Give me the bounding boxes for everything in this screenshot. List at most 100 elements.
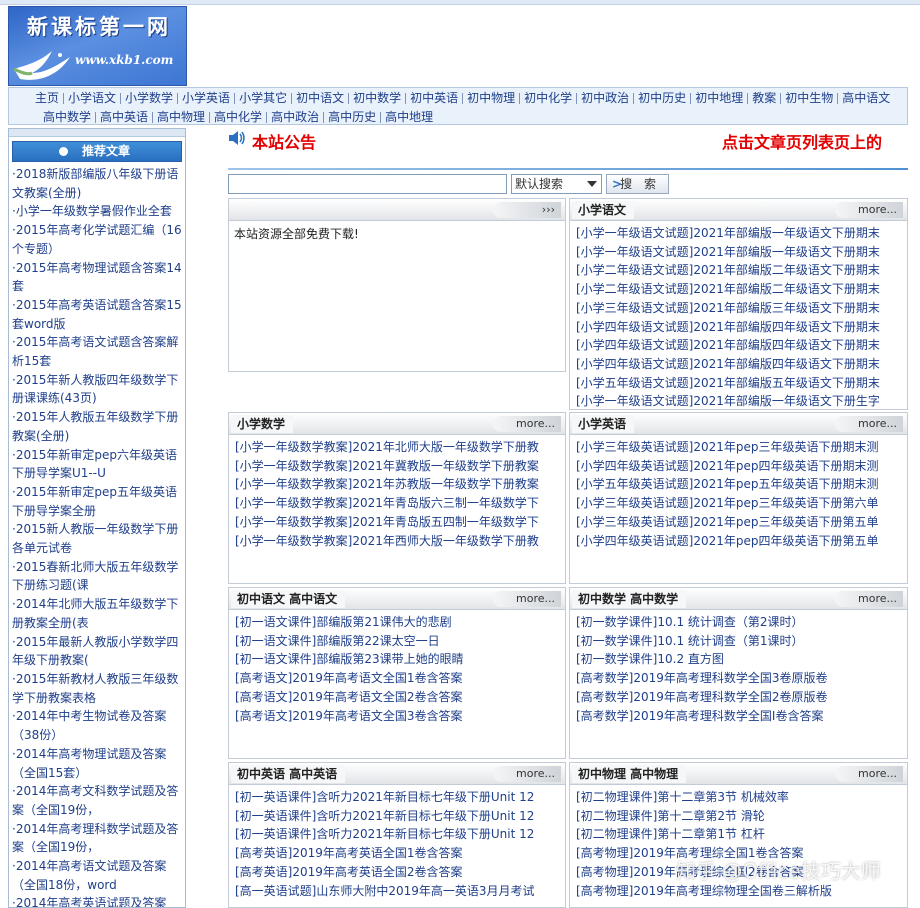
nav-link[interactable]: 高中政治 xyxy=(267,108,323,126)
sidebar-article-link[interactable]: ·2014年高考英语试题及答案 xyxy=(12,894,182,907)
nav-link[interactable]: 初中语文 xyxy=(292,89,348,107)
sidebar-article-link[interactable]: 个专题） xyxy=(12,240,182,259)
article-link[interactable]: [初一语文课件]部编版第23课带上她的眼睛 xyxy=(235,650,561,669)
article-link[interactable]: [小学四年级英语试题]2021年pep四年级英语下册期末测 xyxy=(576,457,903,476)
article-link[interactable]: [高考英语]2019年高考英语全国2卷含答案 xyxy=(235,863,561,882)
article-link[interactable]: [小学四年级语文试题]2021年部编版四年级语文下册期末 xyxy=(576,336,903,355)
sidebar-article-link[interactable]: ·2014年高考物理试题及答案 xyxy=(12,745,182,764)
nav-link[interactable]: 初中历史 xyxy=(634,89,690,107)
sidebar-article-link[interactable]: 年级下册教案( xyxy=(12,651,182,670)
sidebar-article-link[interactable]: ·2015年人教版五年级数学下册 xyxy=(12,408,182,427)
sidebar-article-link[interactable]: ·2015年新审定pep五年级英语 xyxy=(12,483,182,502)
sidebar-article-link[interactable]: 学下册教案表格 xyxy=(12,689,182,708)
article-link[interactable]: [初二物理课件]第十二章第1节 杠杆 xyxy=(576,825,903,844)
article-link[interactable]: [初一英语课件]含听力2021年新目标七年级下册Unit 12 xyxy=(235,788,561,807)
article-link[interactable]: [小学一年级数学教案]2021年青岛版六三制一年级数学下 xyxy=(235,494,561,513)
article-link[interactable]: [小学四年级英语试题]2021年pep四年级英语下册第五单 xyxy=(576,532,903,551)
sidebar-article-link[interactable]: 册课课练(43页) xyxy=(12,389,182,408)
sidebar-article-link[interactable]: 册教案全册(表 xyxy=(12,614,182,633)
sidebar-article-link[interactable]: 案（全国19份， xyxy=(12,801,182,820)
sidebar-article-link[interactable]: ·2015年新教材人教版三年级数 xyxy=(12,670,182,689)
sidebar-article-link[interactable]: ·2015年高考语文试题含答案解 xyxy=(12,333,182,352)
sidebar-article-link[interactable]: ·2014年中考生物试卷及答案 xyxy=(12,707,182,726)
nav-link[interactable]: 高中地理 xyxy=(381,108,437,126)
article-link[interactable]: [高考语文]2019年高考语文全国2卷含答案 xyxy=(235,688,561,707)
article-link[interactable]: [小学一年级语文试题]2021年部编版一年级语文下册期末 xyxy=(576,243,903,262)
sidebar-article-link[interactable]: 析15套 xyxy=(12,352,182,371)
sidebar-article-link[interactable]: ·2014年高考语文试题及答案 xyxy=(12,857,182,876)
sidebar-article-link[interactable]: ·2015年新人教版四年级数学下 xyxy=(12,371,182,390)
article-link[interactable]: [小学四年级语文试题]2021年部编版四年级语文下册期末 xyxy=(576,318,903,337)
sidebar-article-link[interactable]: ·2015年新审定pep六年级英语 xyxy=(12,446,182,465)
sidebar-article-link[interactable]: ·小学一年级数学暑假作业全套 xyxy=(12,202,182,221)
article-link[interactable]: [初二物理课件]第十二章第2节 滑轮 xyxy=(576,807,903,826)
sidebar-article-link[interactable]: 案（全国19份， xyxy=(12,838,182,857)
article-link[interactable]: [小学五年级语文试题]2021年部编版五年级语文下册期末 xyxy=(576,374,903,393)
more-link[interactable]: ››› xyxy=(493,202,561,218)
sidebar-article-link[interactable]: 各单元试卷 xyxy=(12,539,182,558)
nav-link[interactable]: 高中历史 xyxy=(324,108,380,126)
article-link[interactable]: [初一数学课件]10.2 直方图 xyxy=(576,650,903,669)
search-type-select[interactable]: 默认搜索 xyxy=(511,174,602,194)
article-link[interactable]: [小学三年级英语试题]2021年pep三年级英语下册期末测 xyxy=(576,438,903,457)
sidebar-article-link[interactable]: ·2014年高考文科数学试题及答 xyxy=(12,782,182,801)
more-link[interactable]: more... xyxy=(493,416,561,432)
article-link[interactable]: [初二物理课件]第十二章第3节 机械效率 xyxy=(576,788,903,807)
article-link[interactable]: [小学一年级数学教案]2021年西师大版一年级数学下册教 xyxy=(235,532,561,551)
nav-link[interactable]: 高中物理 xyxy=(153,108,209,126)
nav-link[interactable]: 小学语文 xyxy=(64,89,120,107)
search-button[interactable]: > 搜 索 xyxy=(606,174,669,194)
nav-link[interactable]: 初中数学 xyxy=(349,89,405,107)
nav-link[interactable]: 小学英语 xyxy=(178,89,234,107)
article-link[interactable]: [小学一年级数学教案]2021年冀教版一年级数学下册教案 xyxy=(235,457,561,476)
article-link[interactable]: [小学二年级语文试题]2021年部编版二年级语文下册期末 xyxy=(576,261,903,280)
more-link[interactable]: more... xyxy=(835,416,903,432)
more-link[interactable]: more... xyxy=(493,766,561,782)
site-logo[interactable]: 新课标第一网 www.xkb1.com xyxy=(8,6,187,86)
more-link[interactable]: more... xyxy=(835,591,903,607)
sidebar-article-link[interactable]: 下册导学案全册 xyxy=(12,502,182,521)
nav-link[interactable]: 小学其它 xyxy=(235,89,291,107)
article-link[interactable]: [小学一年级数学教案]2021年北师大版一年级数学下册教 xyxy=(235,438,561,457)
sidebar-article-link[interactable]: 文教案(全册) xyxy=(12,184,182,203)
sidebar-article-link[interactable]: 下册练习题(课 xyxy=(12,576,182,595)
nav-link[interactable]: 初中物理 xyxy=(463,89,519,107)
sidebar-article-link[interactable]: ·2018新版部编版八年级下册语 xyxy=(12,165,182,184)
nav-link[interactable]: 主页 xyxy=(31,89,63,107)
article-link[interactable]: [高考英语]2019年高考英语全国1卷含答案 xyxy=(235,844,561,863)
sidebar-article-link[interactable]: （全国15套） xyxy=(12,764,182,783)
article-link[interactable]: [初一数学课件]10.1 统计调查（第1课时） xyxy=(576,632,903,651)
article-link[interactable]: [高考语文]2019年高考语文全国3卷含答案 xyxy=(235,707,561,726)
article-link[interactable]: [小学一年级语文试题]2021年部编版一年级语文下册生字 xyxy=(576,392,903,409)
sidebar-article-link[interactable]: ·2014年高考理科数学试题及答 xyxy=(12,820,182,839)
sidebar-article-link[interactable]: 下册导学案U1--U xyxy=(12,464,182,483)
sidebar-article-link[interactable]: 教案(全册) xyxy=(12,427,182,446)
article-link[interactable]: [小学三年级英语试题]2021年pep三年级英语下册第五单 xyxy=(576,513,903,532)
article-link[interactable]: [小学一年级数学教案]2021年苏教版一年级数学下册教案 xyxy=(235,475,561,494)
nav-link[interactable]: 教案 xyxy=(748,89,780,107)
nav-link[interactable]: 初中英语 xyxy=(406,89,462,107)
article-link[interactable]: [高考语文]2019年高考语文全国1卷含答案 xyxy=(235,669,561,688)
article-link[interactable]: [初一语文课件]部编版第21课伟大的悲剧 xyxy=(235,613,561,632)
article-link[interactable]: [高考数学]2019年高考理科数学全国2卷原版卷 xyxy=(576,688,903,707)
more-link[interactable]: more... xyxy=(835,766,903,782)
nav-link[interactable]: 高中数学 xyxy=(39,108,95,126)
announcement-marquee[interactable]: 点击文章页列表页上的 xyxy=(722,129,920,153)
article-link[interactable]: [初一英语课件]含听力2021年新目标七年级下册Unit 12 xyxy=(235,807,561,826)
sidebar-article-link[interactable]: ·2015新人教版一年级数学下册 xyxy=(12,520,182,539)
article-link[interactable]: [初一语文课件]部编版第22课太空一日 xyxy=(235,632,561,651)
article-link[interactable]: [小学二年级语文试题]2021年部编版二年级语文下册期末 xyxy=(576,280,903,299)
search-input[interactable] xyxy=(228,174,507,194)
article-link[interactable]: [小学四年级语文试题]2021年部编版四年级语文下册期末 xyxy=(576,355,903,374)
sidebar-article-link[interactable]: ·2015春新北师大版五年级数学 xyxy=(12,558,182,577)
article-link[interactable]: [小学一年级数学教案]2021年青岛版五四制一年级数学下 xyxy=(235,513,561,532)
nav-link[interactable]: 初中化学 xyxy=(520,89,576,107)
sidebar-article-link[interactable]: 套 xyxy=(12,277,182,296)
nav-link[interactable]: 高中语文 xyxy=(838,89,894,107)
nav-link[interactable]: 高中化学 xyxy=(210,108,266,126)
article-link[interactable]: [初一英语课件]含听力2021年新目标七年级下册Unit 12 xyxy=(235,825,561,844)
article-link[interactable]: [小学三年级英语试题]2021年pep三年级英语下册第六单 xyxy=(576,494,903,513)
article-link[interactable]: [初一数学课件]10.1 统计调查（第2课时） xyxy=(576,613,903,632)
article-link[interactable]: [高一英语试题]山东师大附中2019年高一英语3月月考试 xyxy=(235,882,561,901)
nav-link[interactable]: 小学数学 xyxy=(121,89,177,107)
